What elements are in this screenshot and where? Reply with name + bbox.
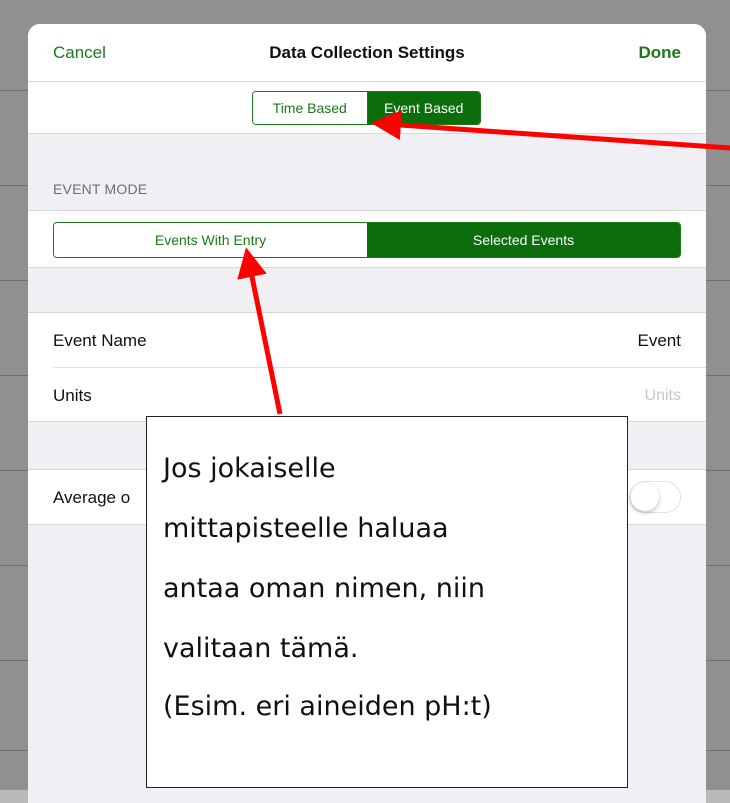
units-row[interactable]: Units Units (53, 368, 681, 423)
event-name-row[interactable]: Event Name Event (53, 313, 681, 368)
annotation-line: valitaan tämä. (163, 633, 359, 664)
time-based-segment[interactable]: Time Based (253, 92, 367, 124)
selected-events-segment[interactable]: Selected Events (367, 223, 680, 257)
collection-mode-segmented-control: Time Based Event Based (252, 91, 481, 125)
annotation-note: (Esim. eri aineiden pH:t) (163, 691, 492, 722)
event-name-label: Event Name (53, 330, 147, 350)
annotation-line: mittapisteelle haluaa (163, 513, 449, 544)
event-mode-segmented-control: Events With Entry Selected Events (53, 222, 681, 258)
annotation-callout: Jos jokaiselle mittapisteelle haluaa ant… (146, 416, 628, 788)
average-label: Average o (53, 487, 131, 507)
event-based-segment[interactable]: Event Based (366, 92, 480, 124)
annotation-line: Jos jokaiselle (163, 453, 336, 484)
page-title: Data Collection Settings (269, 43, 465, 62)
toggle-knob (631, 483, 659, 511)
average-toggle[interactable] (629, 481, 681, 513)
collection-mode-section: Time Based Event Based (28, 82, 706, 134)
units-label: Units (53, 385, 92, 405)
events-with-entry-segment[interactable]: Events With Entry (54, 223, 367, 257)
units-input[interactable]: Units (645, 387, 681, 405)
done-button[interactable]: Done (639, 43, 682, 63)
event-fields-list: Event Name Event Units Units (28, 312, 706, 422)
navigation-bar: Cancel Data Collection Settings Done (28, 24, 706, 82)
event-mode-section: Events With Entry Selected Events (28, 210, 706, 268)
event-mode-header: EVENT MODE (53, 181, 148, 197)
event-name-value[interactable]: Event (638, 331, 681, 351)
annotation-line: antaa oman nimen, niin (163, 573, 486, 604)
